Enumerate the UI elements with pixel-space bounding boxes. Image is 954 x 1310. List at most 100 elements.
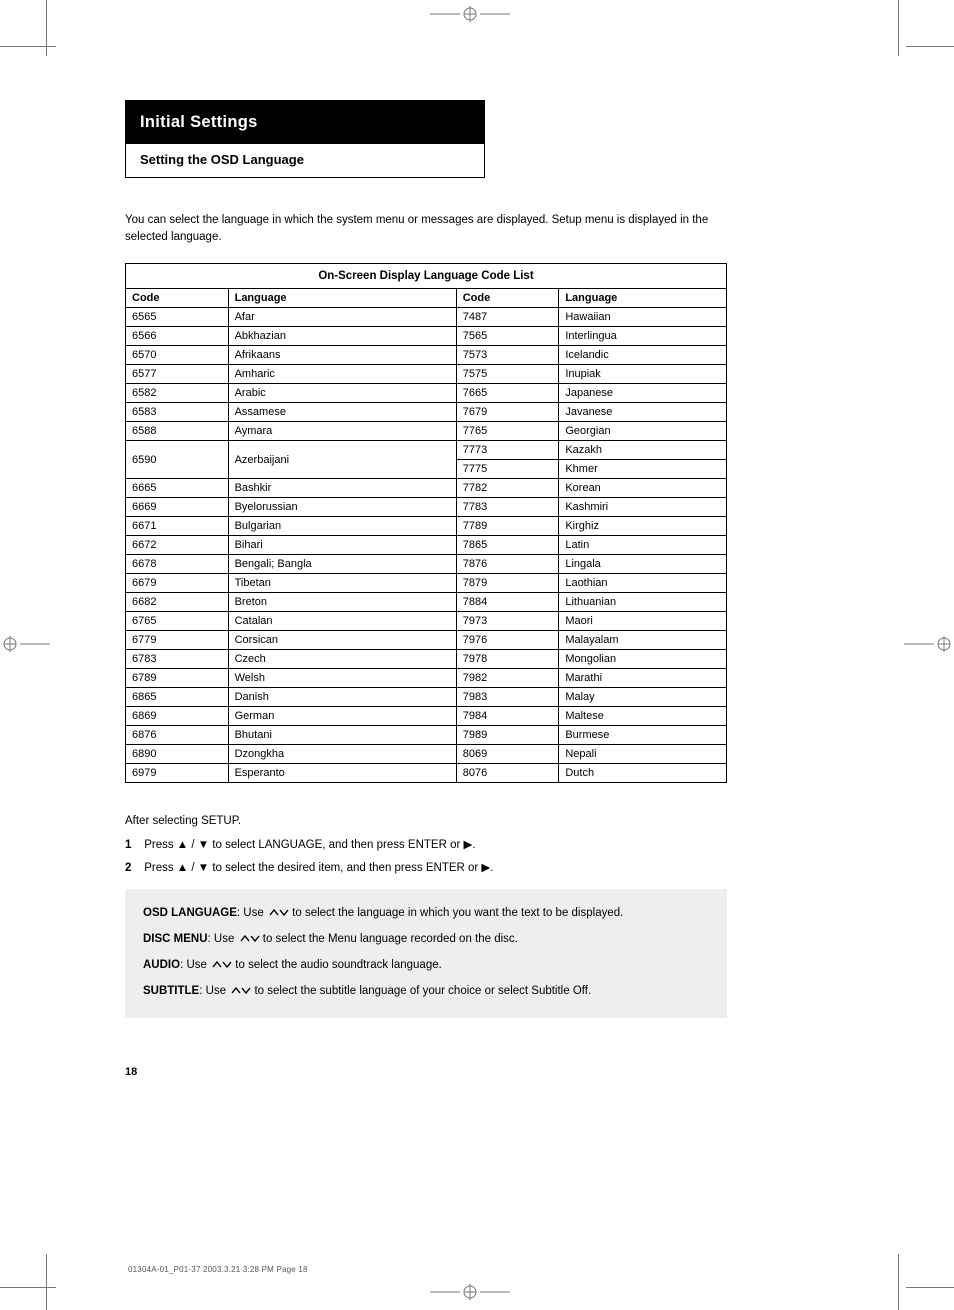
table-row: 6783Czech7978Mongolian: [126, 650, 727, 669]
table-cell: 6669: [126, 498, 229, 517]
option-item: AUDIO: Use to select the audio soundtrac…: [143, 957, 709, 975]
table-cell: 8069: [456, 745, 559, 764]
table-col-code-1: Code: [126, 289, 229, 308]
table-cell: Maltese: [559, 707, 727, 726]
table-cell: Esperanto: [228, 764, 456, 783]
table-cell: 6765: [126, 612, 229, 631]
table-cell: Japanese: [559, 384, 727, 403]
table-cell: 7884: [456, 593, 559, 612]
table-row: 6588Aymara7765Georgian: [126, 422, 727, 441]
table-cell: 7984: [456, 707, 559, 726]
table-row: 6979Esperanto8076Dutch: [126, 764, 727, 783]
table-cell: 7978: [456, 650, 559, 669]
table-cell: Kazakh: [559, 441, 727, 460]
table-cell: Amharic: [228, 365, 456, 384]
table-row: 6679Tibetan7879Laothian: [126, 574, 727, 593]
table-cell: Afrikaans: [228, 346, 456, 365]
table-cell: 6979: [126, 764, 229, 783]
table-cell: 8076: [456, 764, 559, 783]
table-cell: Burmese: [559, 726, 727, 745]
table-cell: Mongolian: [559, 650, 727, 669]
table-cell: 6570: [126, 346, 229, 365]
table-cell: 7865: [456, 536, 559, 555]
table-cell: 7765: [456, 422, 559, 441]
table-cell: 7982: [456, 669, 559, 688]
table-cell: Marathi: [559, 669, 727, 688]
table-cell: Dzongkha: [228, 745, 456, 764]
table-cell: 7973: [456, 612, 559, 631]
table-cell: German: [228, 707, 456, 726]
table-cell: Kashmiri: [559, 498, 727, 517]
table-cell: Khmer: [559, 460, 727, 479]
table-cell: Breton: [228, 593, 456, 612]
up-down-arrow-icon: [238, 933, 260, 945]
table-cell: Maori: [559, 612, 727, 631]
table-row: 6570Afrikaans7573Icelandic: [126, 346, 727, 365]
table-row: 6672Bihari7865Latin: [126, 536, 727, 555]
table-cell: 7879: [456, 574, 559, 593]
table-cell: Azerbaijani: [228, 441, 456, 479]
table-cell: Arabic: [228, 384, 456, 403]
table-row: 6577Amharic7575Inupiak: [126, 365, 727, 384]
table-cell: 6671: [126, 517, 229, 536]
language-code-table: On-Screen Display Language Code List Cod…: [125, 263, 727, 783]
table-cell: 7989: [456, 726, 559, 745]
table-cell: 6779: [126, 631, 229, 650]
table-cell: 6577: [126, 365, 229, 384]
table-cell: 6783: [126, 650, 229, 669]
table-cell: Inupiak: [559, 365, 727, 384]
instructions-block: After selecting SETUP. 1 Press ▲ / ▼ to …: [125, 813, 727, 877]
table-cell: Laothian: [559, 574, 727, 593]
table-row: 6566Abkhazian7565Interlingua: [126, 327, 727, 346]
registration-mark-bottom-icon: [430, 1284, 510, 1300]
table-cell: Bulgarian: [228, 517, 456, 536]
table-cell: 6583: [126, 403, 229, 422]
instruction-step-1: 1 Press ▲ / ▼ to select LANGUAGE, and th…: [125, 837, 727, 854]
table-cell: 7679: [456, 403, 559, 422]
table-row: 6565Afar7487Hawaiian: [126, 308, 727, 327]
table-row: 6583Assamese7679Javanese: [126, 403, 727, 422]
up-down-arrow-icon: [267, 907, 289, 919]
table-cell: Interlingua: [559, 327, 727, 346]
option-item: OSD LANGUAGE: Use to select the language…: [143, 905, 709, 923]
table-cell: 6665: [126, 479, 229, 498]
table-row: 6669Byelorussian7783Kashmiri: [126, 498, 727, 517]
table-cell: Byelorussian: [228, 498, 456, 517]
table-cell: 6865: [126, 688, 229, 707]
option-label: DISC MENU: [143, 933, 208, 945]
option-label: AUDIO: [143, 959, 180, 971]
table-cell: 6566: [126, 327, 229, 346]
table-cell: Abkhazian: [228, 327, 456, 346]
table-row: 6590Azerbaijani7773Kazakh: [126, 441, 727, 460]
table-row: 6671Bulgarian7789Kirghiz: [126, 517, 727, 536]
table-cell: 7565: [456, 327, 559, 346]
up-down-arrow-icon: [210, 959, 232, 971]
option-label: OSD LANGUAGE: [143, 907, 237, 919]
table-cell: 7487: [456, 308, 559, 327]
table-title: On-Screen Display Language Code List: [126, 264, 727, 289]
table-cell: Lingala: [559, 555, 727, 574]
table-cell: Dutch: [559, 764, 727, 783]
table-cell: Aymara: [228, 422, 456, 441]
table-cell: Tibetan: [228, 574, 456, 593]
table-cell: 6869: [126, 707, 229, 726]
table-cell: Lithuanian: [559, 593, 727, 612]
table-cell: Afar: [228, 308, 456, 327]
registration-mark-top-icon: [430, 6, 510, 22]
option-item: SUBTITLE: Use to select the subtitle lan…: [143, 983, 709, 1001]
table-cell: Bhutani: [228, 726, 456, 745]
table-cell: Bihari: [228, 536, 456, 555]
table-cell: Javanese: [559, 403, 727, 422]
instructions-lead: After selecting SETUP.: [125, 813, 727, 830]
table-cell: Icelandic: [559, 346, 727, 365]
registration-mark-right-icon: [904, 636, 954, 652]
table-cell: 6678: [126, 555, 229, 574]
table-cell: 7976: [456, 631, 559, 650]
table-cell: Georgian: [559, 422, 727, 441]
table-row: 6865Danish7983Malay: [126, 688, 727, 707]
option-item: DISC MENU: Use to select the Menu langua…: [143, 931, 709, 949]
intro-text: You can select the language in which the…: [125, 212, 727, 245]
table-row: 6678Bengali; Bangla7876Lingala: [126, 555, 727, 574]
table-cell: Welsh: [228, 669, 456, 688]
table-col-lang-2: Language: [559, 289, 727, 308]
